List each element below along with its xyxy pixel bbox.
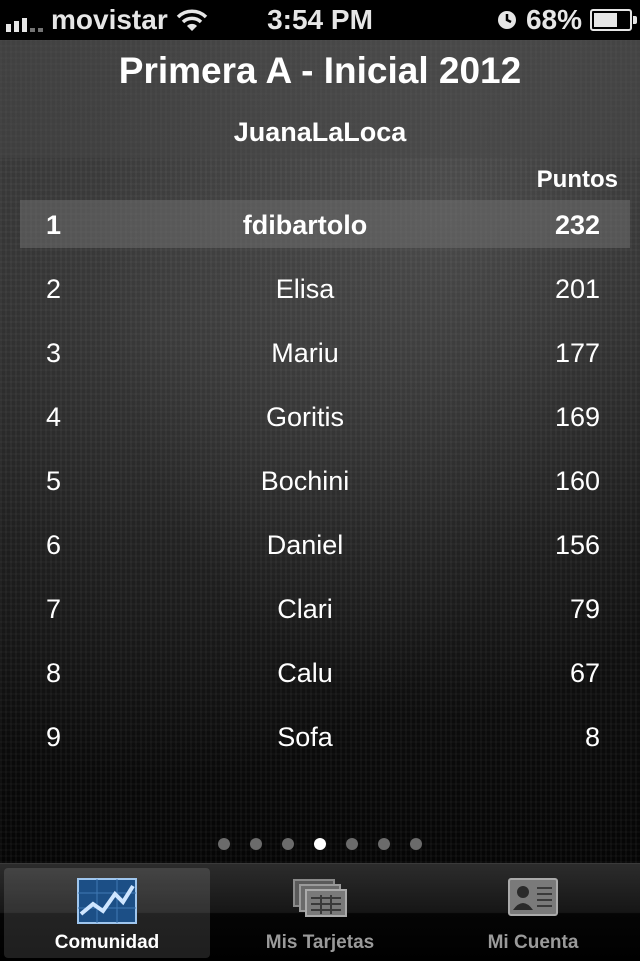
profile-card-icon	[508, 878, 558, 916]
ranking-row[interactable]: 9 Sofa 8	[20, 712, 630, 760]
player-name: Elisa	[275, 274, 335, 304]
player-name: Clari	[277, 594, 333, 624]
status-right: 68%	[496, 4, 637, 36]
player-points: 160	[554, 466, 600, 496]
community-name: JuanaLaLoca	[233, 117, 407, 147]
page-dot[interactable]	[282, 838, 294, 850]
ranking-row[interactable]: 1 fdibartolo 232	[20, 200, 630, 248]
player-name: Calu	[277, 658, 333, 688]
ranking-row[interactable]: 4 Goritis 169	[20, 392, 630, 440]
player-name: Sofa	[277, 722, 333, 752]
page-dot[interactable]	[410, 838, 422, 850]
battery-percent: 68%	[525, 4, 582, 35]
points-column-header: Puntos	[536, 166, 618, 193]
page-title: Primera A - Inicial 2012	[118, 50, 522, 91]
player-name: Bochini	[260, 466, 350, 496]
page-control[interactable]	[0, 838, 640, 850]
player-points: 201	[554, 274, 600, 304]
tab-mi-cuenta[interactable]: Mi Cuenta	[430, 868, 636, 958]
player-name: Daniel	[266, 530, 344, 560]
ranking-row[interactable]: 2 Elisa 201	[20, 264, 630, 312]
player-points: 156	[554, 530, 600, 560]
page-dot[interactable]	[314, 838, 326, 850]
player-points: 67	[569, 658, 600, 688]
player-points: 8	[584, 722, 600, 752]
player-points: 177	[554, 338, 600, 368]
ranking-row[interactable]: 8 Calu 67	[20, 648, 630, 696]
ranking-row[interactable]: 6 Daniel 156	[20, 520, 630, 568]
tab-mis-tarjetas[interactable]: Mis Tarjetas	[217, 868, 423, 958]
page-dot[interactable]	[250, 838, 262, 850]
player-points: 232	[554, 210, 600, 240]
ranking-row[interactable]: 3 Mariu 177	[20, 328, 630, 376]
clock-lock-icon	[497, 11, 516, 29]
ranking-row[interactable]: 7 Clari 79	[20, 584, 630, 632]
tab-comunidad[interactable]: Comunidad	[4, 868, 210, 958]
page-dot[interactable]	[378, 838, 390, 850]
tab-label-mi-cuenta: Mi Cuenta	[487, 932, 579, 953]
status-bar: movistar 3:54 PM 68%	[0, 0, 640, 40]
battery-fill	[594, 13, 618, 27]
player-points: 79	[569, 594, 600, 624]
page-dot[interactable]	[218, 838, 230, 850]
chart-icon	[77, 878, 137, 924]
battery-icon	[590, 9, 637, 31]
tab-label-mis-tarjetas: Mis Tarjetas	[265, 932, 375, 953]
ranking-row[interactable]: 5 Bochini 160	[20, 456, 630, 504]
player-name: fdibartolo	[242, 210, 368, 240]
tab-bar: Comunidad Mis Tarjetas Mi Cuenta	[0, 863, 640, 961]
player-name: Mariu	[271, 338, 339, 368]
page-dot[interactable]	[346, 838, 358, 850]
tab-label-comunidad: Comunidad	[54, 932, 160, 953]
player-points: 169	[554, 402, 600, 432]
cards-icon	[293, 879, 347, 917]
player-name: Goritis	[265, 402, 344, 432]
